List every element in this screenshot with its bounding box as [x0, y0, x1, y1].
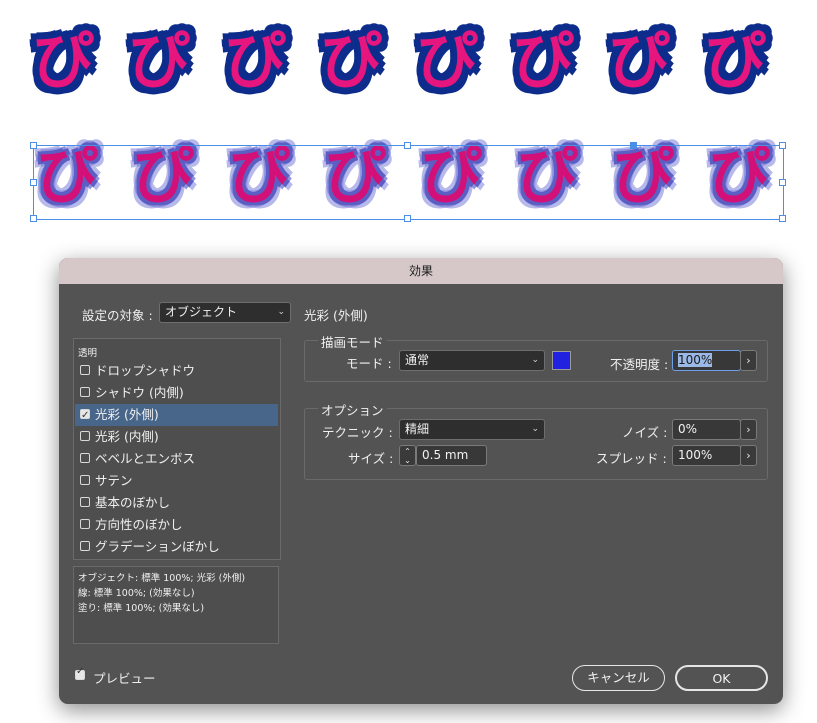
effect-item-outer-glow[interactable]: 光彩 (外側) — [75, 404, 278, 427]
checkbox[interactable] — [80, 431, 90, 441]
checkbox[interactable] — [80, 387, 90, 397]
effect-item-label: 基本のぼかし — [95, 495, 171, 510]
spread-value: 100% — [678, 448, 713, 462]
opacity-arrow-button[interactable]: › — [740, 350, 757, 371]
effect-item-bevel-emboss[interactable]: ベベルとエンボス — [75, 448, 278, 470]
size-stepper[interactable]: ⌃ ⌄ — [399, 445, 416, 466]
checkbox[interactable] — [80, 453, 90, 463]
checkbox[interactable] — [80, 497, 90, 507]
selection-handle-mr[interactable] — [779, 179, 786, 186]
technique-value: 精細 — [405, 422, 430, 436]
mode-label: モード : — [346, 356, 392, 371]
effect-item-label: シャドウ (内側) — [95, 385, 184, 400]
chevron-right-icon: › — [746, 354, 751, 367]
noise-arrow-button[interactable]: › — [740, 419, 757, 440]
selection-handle-ml[interactable] — [30, 179, 37, 186]
chevron-right-icon: › — [746, 423, 751, 436]
summary-line-object: オブジェクト: 標準 100%; 光彩 (外側) — [78, 573, 246, 584]
glyph-pi: ぴ — [416, 24, 479, 97]
effect-item-label: ドロップシャドウ — [95, 363, 196, 378]
checkbox[interactable] — [80, 475, 90, 485]
spread-label: スプレッド : — [596, 451, 667, 466]
checkbox[interactable] — [80, 365, 90, 375]
glow-color-swatch[interactable] — [552, 351, 571, 370]
effect-item-drop-shadow[interactable]: ドロップシャドウ — [75, 360, 278, 382]
preview-label: プレビュー — [93, 671, 156, 686]
glyph-pi: ぴ — [608, 24, 671, 97]
effects-dialog: 効果 設定の対象 : オブジェクト ⌄ 光彩 (外側) 透明 ドロップシャドウ … — [59, 258, 783, 704]
checkbox[interactable] — [80, 519, 90, 529]
dialog-title: 効果 — [59, 258, 783, 284]
effects-summary: オブジェクト: 標準 100%; 光彩 (外側) 線: 標準 100%; (効果… — [73, 566, 279, 644]
glyph-pi: ぴ — [704, 24, 767, 97]
spread-arrow-button[interactable]: › — [740, 445, 757, 466]
noise-value: 0% — [678, 422, 698, 436]
selection-bounding-box[interactable] — [33, 145, 784, 220]
checkbox-checked[interactable] — [80, 405, 90, 427]
size-label: サイズ : — [348, 451, 394, 466]
glyph-pi: ぴ — [32, 24, 95, 97]
artwork-row-selected[interactable]: ぴ ぴ ぴ ぴ ぴ ぴ ぴ ぴ — [0, 140, 817, 225]
checkbox[interactable] — [80, 541, 90, 551]
noise-input[interactable]: 0% — [672, 419, 741, 440]
selection-handle-br[interactable] — [779, 215, 786, 222]
selection-handle-tl[interactable] — [30, 142, 37, 149]
selection-handle-bm[interactable] — [404, 215, 411, 222]
glyph-pi: ぴ — [320, 24, 383, 97]
selection-handle-bl[interactable] — [30, 215, 37, 222]
chevron-down-icon: ⌄ — [531, 424, 539, 434]
opacity-label: 不透明度 : — [610, 357, 669, 372]
selection-handle-tm[interactable] — [404, 142, 411, 149]
stepper-icon: ⌃ ⌄ — [404, 447, 411, 465]
effect-item-label: 光彩 (外側) — [95, 407, 159, 422]
mode-value: 通常 — [405, 353, 430, 367]
effect-item-label: サテン — [95, 473, 133, 488]
technique-label: テクニック : — [322, 425, 393, 440]
opacity-input[interactable]: 100% — [672, 350, 741, 371]
preview-checkbox-row[interactable]: プレビュー — [75, 666, 185, 686]
glyph-pi: ぴ — [128, 24, 191, 97]
effects-list: 透明 ドロップシャドウ シャドウ (内側) 光彩 (外側) 光彩 (内側) ベベ… — [73, 338, 281, 560]
selection-center-point[interactable] — [630, 142, 637, 149]
section-title: 光彩 (外側) — [304, 308, 368, 323]
blend-mode-group-label: 描画モード — [318, 332, 387, 351]
chevron-down-icon: ⌄ — [277, 307, 285, 317]
effect-item-label: グラデーションぼかし — [95, 539, 220, 554]
technique-select[interactable]: 精細 ⌄ — [399, 419, 545, 440]
cancel-button[interactable]: キャンセル — [572, 665, 665, 691]
summary-line-fill: 塗り: 標準 100%; (効果なし) — [78, 603, 205, 614]
effect-item-gradient-feather[interactable]: グラデーションぼかし — [75, 536, 278, 558]
glyph-pi: ぴ — [224, 24, 287, 97]
noise-label: ノイズ : — [622, 425, 668, 440]
options-group-label: オプション — [318, 400, 387, 419]
list-header-transparency: 透明 — [78, 348, 98, 359]
chevron-down-icon: ⌄ — [531, 355, 539, 365]
size-value: 0.5 mm — [422, 448, 469, 462]
effect-item-inner-shadow[interactable]: シャドウ (内側) — [75, 382, 278, 404]
spread-input[interactable]: 100% — [672, 445, 741, 466]
settings-target-value: オブジェクト — [165, 305, 238, 319]
mode-select[interactable]: 通常 ⌄ — [399, 350, 545, 371]
effect-item-label: 方向性のぼかし — [95, 517, 183, 532]
effect-item-directional-feather[interactable]: 方向性のぼかし — [75, 514, 278, 536]
settings-target-label: 設定の対象 : — [82, 308, 153, 323]
effect-item-inner-glow[interactable]: 光彩 (内側) — [75, 426, 278, 448]
effect-item-label: 光彩 (内側) — [95, 429, 159, 444]
effect-item-satin[interactable]: サテン — [75, 470, 278, 492]
effect-item-basic-feather[interactable]: 基本のぼかし — [75, 492, 278, 514]
settings-target-select[interactable]: オブジェクト ⌄ — [159, 302, 291, 323]
summary-line-stroke: 線: 標準 100%; (効果なし) — [78, 588, 195, 599]
opacity-value: 100% — [678, 353, 713, 367]
preview-checkbox[interactable] — [75, 666, 85, 680]
chevron-right-icon: › — [746, 449, 751, 462]
size-input[interactable]: 0.5 mm — [416, 445, 487, 466]
selection-handle-tr[interactable] — [779, 142, 786, 149]
effect-item-label: ベベルとエンボス — [95, 451, 196, 466]
glyph-pi: ぴ — [512, 24, 575, 97]
artwork-row-glow: ぴ ぴ ぴ ぴ ぴ ぴ ぴ ぴ — [0, 30, 817, 100]
ok-button[interactable]: OK — [675, 665, 768, 691]
